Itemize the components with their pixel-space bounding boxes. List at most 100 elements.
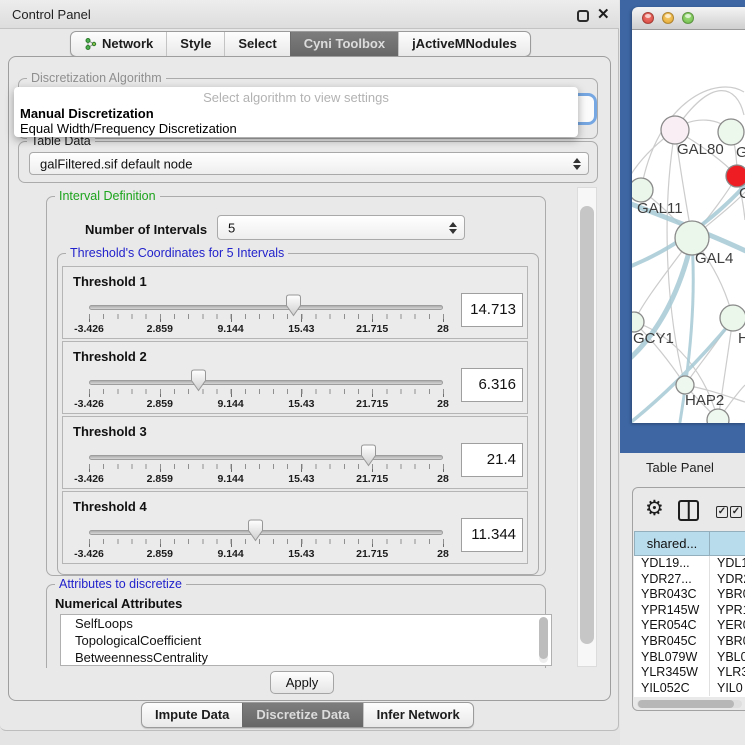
slider-tick-label: 21.715 <box>356 398 388 410</box>
combo-spinner-icon <box>449 222 457 234</box>
threshold-slider-track[interactable] <box>89 530 443 535</box>
column-header-name[interactable]: na <box>710 531 745 556</box>
numerical-attributes-list[interactable]: SelfLoopsTopologicalCoefficientBetweenne… <box>60 614 552 666</box>
interval-definition-title: Interval Definition <box>55 189 160 203</box>
attributes-scrollbar[interactable] <box>539 617 548 663</box>
network-node-hi[interactable] <box>720 305 745 331</box>
table-row[interactable]: YBL079WYBL0 <box>634 650 745 666</box>
threshold-label: Threshold 3 <box>73 424 147 439</box>
attributes-scrollbar-thumb[interactable] <box>539 617 548 659</box>
node-label: HI <box>738 330 745 347</box>
network-node-c[interactable] <box>726 165 745 187</box>
network-node-gal11[interactable] <box>632 178 653 202</box>
tab-infer-network[interactable]: Infer Network <box>363 703 473 727</box>
threshold-value-field[interactable]: 21.4 <box>461 443 523 477</box>
table-row[interactable]: YDR27...YDR2 <box>634 572 745 588</box>
table-row[interactable]: YBR045CYBR0 <box>634 634 745 650</box>
table-data-combo[interactable]: galFiltered.sif default node <box>29 152 589 175</box>
checked-checkbox-icon[interactable]: ✓ <box>716 506 728 518</box>
settings-scrollbar-thumb[interactable] <box>580 206 594 644</box>
threshold-value-field[interactable]: 6.316 <box>461 368 523 402</box>
table-panel-title: Table Panel <box>646 460 714 475</box>
table-cell: YPR1 <box>710 603 745 619</box>
checked-checkbox-icon[interactable]: ✓ <box>730 506 742 518</box>
settings-vertical-scrollbar[interactable] <box>577 187 597 667</box>
minimize-traffic-light[interactable] <box>662 12 674 24</box>
algorithm-dropdown-popup: Select algorithm to view settings Manual… <box>14 87 578 137</box>
attribute-item-selfloops[interactable]: SelfLoops <box>61 615 551 632</box>
table-row[interactable]: YIL052CYIL0 <box>634 681 745 697</box>
attributes-group-title: Attributes to discretize <box>55 577 186 591</box>
table-cell: YBR0 <box>710 634 745 650</box>
algorithm-item-equal-width-frequency-discretization[interactable]: Equal Width/Frequency Discretization <box>20 121 237 136</box>
slider-thumb[interactable] <box>190 369 207 397</box>
table-cell: YIL052C <box>634 681 710 697</box>
zoom-traffic-light[interactable] <box>682 12 694 24</box>
number-of-intervals-combo[interactable]: 5 <box>217 215 465 240</box>
combo-spinner-icon <box>573 158 581 170</box>
bottom-tab-bar: Impute DataDiscretize DataInfer Network <box>141 702 474 728</box>
table-data-combo-value: galFiltered.sif default node <box>40 156 192 171</box>
network-canvas[interactable]: GAL80GACGAL11GAL4GCY1HIHAP2 <box>632 30 745 423</box>
table-row[interactable]: YBR043CYBR0 <box>634 587 745 603</box>
close-icon[interactable]: ✕ <box>597 5 610 23</box>
threshold-label: Threshold 4 <box>73 499 147 514</box>
slider-tick-label: 21.715 <box>356 473 388 485</box>
gear-icon[interactable]: ⚙ <box>645 496 664 521</box>
tab-label: Network <box>102 36 153 51</box>
algorithm-prompt-item[interactable]: Select algorithm to view settings <box>14 90 578 105</box>
table-scrollbar-thumb[interactable] <box>638 700 734 708</box>
close-traffic-light[interactable] <box>642 12 654 24</box>
tab-impute-data[interactable]: Impute Data <box>142 703 242 727</box>
table-row[interactable]: YLR345WYLR3 <box>634 665 745 681</box>
tab-style[interactable]: Style <box>166 32 224 56</box>
number-of-intervals-label: Number of Intervals <box>85 222 207 237</box>
thresholds-group-title: Threshold's Coordinates for 5 Intervals <box>66 246 288 260</box>
network-node-gcy1[interactable] <box>632 312 644 332</box>
table-horizontal-scrollbar[interactable] <box>637 700 742 708</box>
column-header-shared-name[interactable]: shared... <box>634 531 710 556</box>
slider-tick-label: 9.144 <box>217 398 243 410</box>
threshold-slider-track[interactable] <box>89 380 443 385</box>
slider-thumb[interactable] <box>285 294 302 322</box>
node-label: GCY1 <box>633 330 674 347</box>
algorithm-item-manual-discretization[interactable]: Manual Discretization <box>20 106 154 121</box>
table-row[interactable]: YER054CYER0 <box>634 618 745 634</box>
slider-tick-label: 9.144 <box>217 323 243 335</box>
slider-thumb[interactable] <box>247 519 264 547</box>
table-row[interactable]: YDL19...YDL1 <box>634 556 745 572</box>
split-column-icon[interactable] <box>678 500 699 521</box>
float-window-icon[interactable] <box>577 10 589 22</box>
table-header-row: shared... na <box>634 531 745 556</box>
table-cell: YBR043C <box>634 587 710 603</box>
slider-tick-label: 9.144 <box>217 548 243 560</box>
apply-button[interactable]: Apply <box>270 671 334 694</box>
slider-tick-label: 28 <box>437 548 449 560</box>
table-rows: YDL19...YDL1YDR27...YDR2YBR043CYBR0YPR14… <box>634 556 745 697</box>
attribute-items: SelfLoopsTopologicalCoefficientBetweenne… <box>61 615 551 666</box>
node-label: HAP2 <box>685 392 724 409</box>
slider-tick-label: 2.859 <box>147 473 173 485</box>
tab-discretize-data[interactable]: Discretize Data <box>242 703 362 727</box>
slider-tick-label: 2.859 <box>147 548 173 560</box>
threshold-value-field[interactable]: 11.344 <box>461 518 523 552</box>
slider-tick-label: 15.43 <box>288 473 314 485</box>
network-node-gal80[interactable] <box>661 116 689 144</box>
tab-cyni-toolbox[interactable]: Cyni Toolbox <box>290 32 398 56</box>
table-panel-box: ⚙ ✓ ✓ shared... na YDL19...YDL1YDR27...Y… <box>632 487 745 711</box>
table-row[interactable]: YPR145WYPR1 <box>634 603 745 619</box>
threshold-slider-track[interactable] <box>89 455 443 460</box>
tab-select[interactable]: Select <box>224 32 289 56</box>
tab-jactivemnodules[interactable]: jActiveMNodules <box>398 32 530 56</box>
threshold-value-field[interactable]: 14.713 <box>461 293 523 327</box>
slider-thumb[interactable] <box>360 444 377 472</box>
table-cell: YER0 <box>710 618 745 634</box>
attribute-item-topologicalcoefficient[interactable]: TopologicalCoefficient <box>61 632 551 649</box>
attribute-item-betweennesscentrality[interactable]: BetweennessCentrality <box>61 649 551 666</box>
top-tab-bar: Network StyleSelectCyni ToolboxjActiveMNo… <box>70 31 531 57</box>
threshold-row-1: Threshold 1-3.4262.8599.14415.4321.71528… <box>62 266 528 339</box>
threshold-slider-track[interactable] <box>89 305 443 310</box>
table-cell: YBR045C <box>634 634 710 650</box>
tab-network[interactable]: Network <box>71 32 166 56</box>
table-cell: YPR145W <box>634 603 710 619</box>
